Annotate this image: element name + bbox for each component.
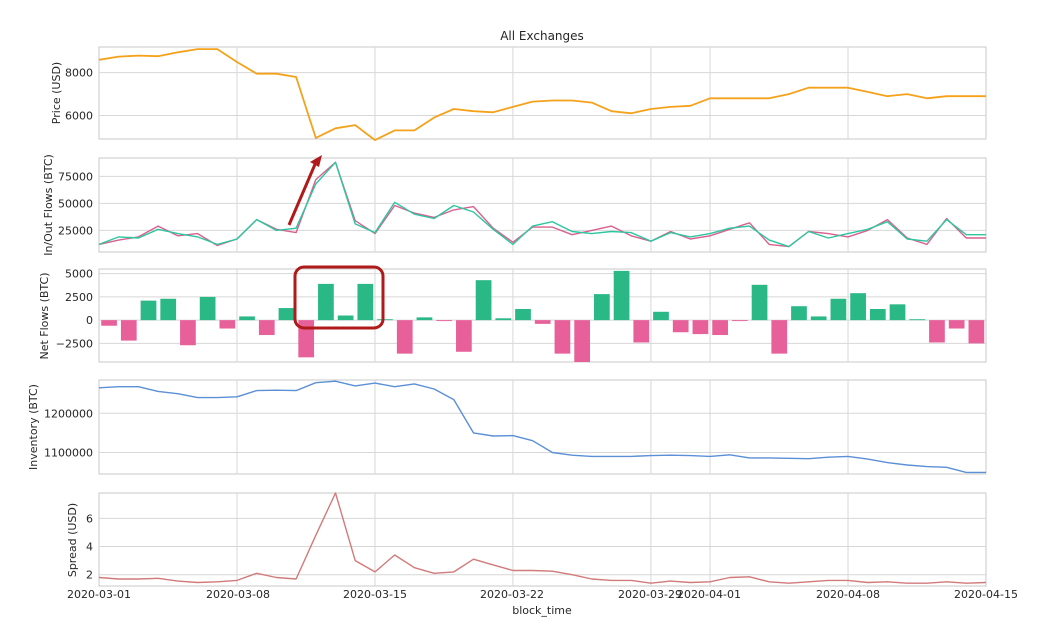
net-flow-bar (258, 320, 275, 336)
net-flow-bar (515, 308, 531, 321)
net-flow-bar (298, 320, 315, 358)
price-plot-area (98, 46, 987, 140)
inventory-ylabel: Inventory (BTC) (27, 384, 40, 470)
x-tick-label: 2020-03-01 (67, 588, 131, 601)
price-y-tick-label: 6000 (65, 109, 93, 122)
net-flow-bar (120, 320, 137, 341)
spread-ylabel: Spread (USD) (66, 503, 79, 577)
net-flows-y-tick-label: 5000 (65, 268, 93, 281)
net-flow-bar (692, 320, 709, 335)
net-flow-bar (712, 320, 728, 336)
x-tick-label: 2020-03-15 (343, 588, 407, 601)
inventory-y-tick-label: 1200000 (44, 407, 93, 420)
net-flow-bar (771, 320, 788, 354)
price-y-tick-label: 8000 (65, 67, 93, 80)
flows-plot-area (98, 157, 987, 253)
x-tick-labels: 2020-03-01 2020-03-08 2020-03-15 2020-03… (67, 588, 1018, 601)
net-flow-bar (909, 319, 926, 321)
spread-y-tick-label: 2 (86, 569, 93, 582)
inventory-y-tick-label: 1100000 (44, 446, 93, 459)
net-flow-bar (377, 319, 393, 321)
net-flows-y-tick-label: 2500 (65, 291, 93, 304)
x-tick-label: 2020-03-29 (618, 588, 682, 601)
net-flow-bar (830, 298, 847, 321)
net-flow-bar (672, 320, 689, 333)
x-tick-label: 2020-03-22 (480, 588, 544, 601)
spread-y-tick-label: 4 (86, 541, 93, 554)
spread-y-tick-label: 6 (86, 512, 93, 525)
net-flow-bar (850, 293, 866, 321)
net-flow-bar (869, 308, 886, 321)
flows-y-tick-label: 75000 (58, 170, 93, 183)
spread-plot-area (98, 492, 987, 587)
figure: All Exchanges Price (USD) 6000 8000 In/Ou… (0, 0, 1041, 632)
net-flows-panel: Net Flows (BTC) −2500 0 2500 5000 (38, 268, 987, 363)
net-flow-bar (495, 318, 512, 321)
x-tick-label: 2020-04-08 (816, 588, 880, 601)
net-flow-bar (791, 306, 807, 321)
net-flow-bar (239, 316, 255, 321)
net-flow-bar (436, 320, 453, 322)
net-flow-bar (613, 270, 630, 321)
x-axis-label: block_time (512, 604, 572, 617)
flows-y-tick-label: 50000 (58, 197, 93, 210)
net-flow-bar (653, 311, 669, 321)
price-ylabel: Price (USD) (50, 62, 63, 124)
net-flow-bar (475, 280, 492, 321)
net-flow-bar (554, 320, 571, 354)
net-flow-bar (101, 320, 117, 326)
net-flow-bar (633, 320, 650, 343)
x-tick-label: 2020-04-01 (677, 588, 741, 601)
net-flow-bar (534, 320, 551, 324)
net-flow-bar (593, 294, 610, 321)
net-flow-bar (751, 284, 768, 321)
net-flow-bar (929, 320, 945, 343)
net-flow-bar (140, 300, 157, 321)
flows-ylabel: In/Out Flows (BTC) (42, 154, 55, 256)
net-flow-bar (180, 320, 196, 346)
net-flow-bar (219, 320, 236, 329)
net-flow-bar (396, 320, 413, 354)
price-panel: Price (USD) 6000 8000 (50, 46, 987, 142)
x-tick-label: 2020-03-08 (206, 588, 270, 601)
net-flows-ylabel: Net Flows (BTC) (38, 272, 51, 359)
net-flow-bar (574, 320, 591, 362)
net-flow-bar (731, 320, 748, 322)
net-flow-bar (948, 320, 965, 329)
flows-y-tick-label: 25000 (58, 224, 93, 237)
net-flow-bar (278, 308, 295, 321)
x-tick-label: 2020-04-15 (954, 588, 1018, 601)
inventory-panel: Inventory (BTC) 1100000 1200000 (27, 379, 987, 475)
net-flow-bar (968, 320, 985, 344)
inventory-plot-area (98, 379, 987, 475)
net-flow-bar (357, 283, 374, 321)
net-flow-bar (199, 296, 216, 321)
net-flows-y-tick-label: −2500 (56, 337, 93, 350)
net-flow-bar (337, 315, 354, 321)
net-flow-bar (416, 317, 433, 321)
net-flow-bar (889, 304, 906, 321)
net-flow-bar (456, 320, 472, 352)
net-flow-bar (160, 298, 177, 321)
figure-title: All Exchanges (500, 29, 584, 43)
net-flow-bar (810, 316, 827, 321)
flows-panel: In/Out Flows (BTC) 25000 50000 75000 (42, 154, 987, 256)
spread-panel: Spread (USD) 2 4 6 (66, 492, 987, 587)
net-flow-bar (318, 283, 334, 321)
net-flows-y-tick-label: 0 (86, 314, 93, 327)
